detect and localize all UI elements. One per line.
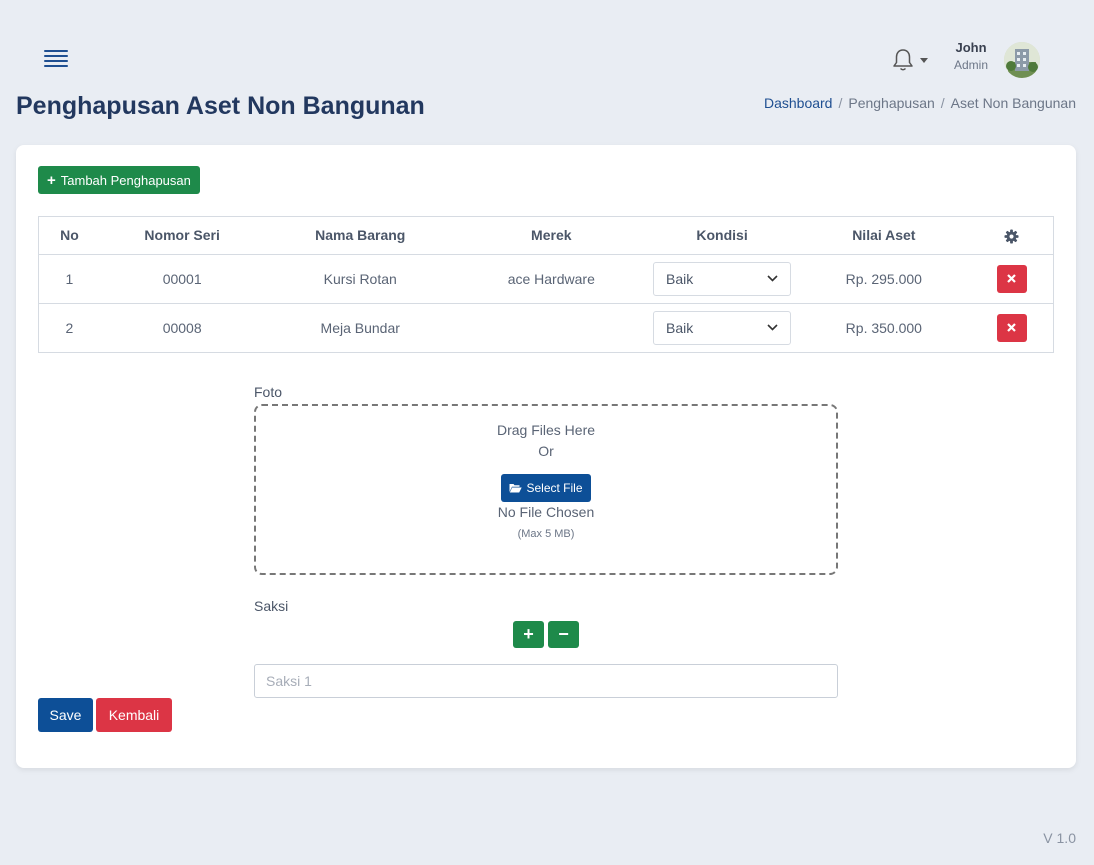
assets-table: No Nomor Seri Nama Barang Merek Kondisi … bbox=[38, 216, 1054, 353]
main-card: + Tambah Penghapusan No Nomor Seri Nama … bbox=[16, 145, 1076, 768]
or-text: Or bbox=[538, 443, 554, 459]
back-button[interactable]: Kembali bbox=[96, 698, 172, 732]
saksi-input[interactable] bbox=[254, 664, 838, 698]
bell-icon bbox=[893, 49, 913, 71]
select-file-label: Select File bbox=[526, 481, 583, 495]
cell-no: 1 bbox=[39, 254, 100, 304]
kondisi-select[interactable]: Baik bbox=[653, 261, 792, 296]
cell-nilai-aset: Rp. 295.000 bbox=[797, 254, 971, 304]
avatar[interactable] bbox=[1004, 42, 1040, 78]
cell-merek: ace Hardware bbox=[456, 254, 647, 304]
close-icon bbox=[1007, 274, 1016, 283]
table-header-row: No Nomor Seri Nama Barang Merek Kondisi … bbox=[39, 217, 1053, 255]
table-row: 2 00008 Meja Bundar Baik Rp. 350.000 bbox=[39, 303, 1053, 352]
foto-label: Foto bbox=[254, 384, 283, 400]
cell-nama-barang: Meja Bundar bbox=[320, 319, 400, 336]
column-header-merek: Merek bbox=[456, 217, 647, 255]
cell-nama-barang: Kursi Rotan bbox=[264, 254, 456, 304]
minus-icon: − bbox=[558, 624, 569, 644]
kondisi-select[interactable]: Baik bbox=[653, 310, 792, 345]
page-title: Penghapusan Aset Non Bangunan bbox=[16, 92, 425, 120]
remove-saksi-button[interactable]: − bbox=[548, 621, 579, 648]
plus-icon: + bbox=[523, 624, 534, 644]
notifications-button[interactable] bbox=[892, 46, 932, 74]
plus-icon: + bbox=[47, 171, 56, 189]
column-header-settings bbox=[970, 217, 1053, 255]
chevron-down-icon bbox=[920, 57, 928, 63]
cell-nomor-seri: 00008 bbox=[162, 319, 202, 336]
add-saksi-button[interactable]: + bbox=[513, 621, 544, 648]
column-header-kondisi: Kondisi bbox=[646, 217, 798, 255]
chevron-down-icon bbox=[767, 324, 778, 331]
app-version: V 1.0 bbox=[1043, 830, 1076, 846]
breadcrumb-current: Aset Non Bangunan bbox=[950, 95, 1076, 111]
column-header-nilai-aset: Nilai Aset bbox=[797, 217, 971, 255]
column-header-no: No bbox=[39, 217, 100, 255]
breadcrumb-separator: / bbox=[940, 95, 945, 111]
select-file-button[interactable]: Select File bbox=[501, 474, 591, 502]
user-name: John bbox=[955, 40, 987, 55]
user-menu[interactable]: John Admin bbox=[948, 40, 994, 72]
close-icon bbox=[1007, 323, 1016, 333]
breadcrumb: Dashboard / Penghapusan / Aset Non Bangunan bbox=[764, 95, 1076, 111]
cell-kondisi: Baik bbox=[647, 303, 798, 352]
column-header-nama-barang: Nama Barang bbox=[264, 217, 456, 255]
cell-actions bbox=[970, 254, 1053, 304]
add-penghapusan-label: Tambah Penghapusan bbox=[60, 172, 191, 188]
top-navbar: John Admin bbox=[0, 0, 1094, 90]
cell-no: 2 bbox=[65, 319, 74, 336]
chevron-down-icon bbox=[767, 275, 778, 282]
kondisi-select-value: Baik bbox=[666, 319, 694, 336]
folder-open-icon bbox=[509, 484, 523, 493]
menu-toggle-icon[interactable] bbox=[44, 50, 68, 68]
cell-nomor-seri: 00001 bbox=[99, 254, 265, 304]
cell-nilai-aset: Rp. 350.000 bbox=[845, 319, 922, 336]
save-button[interactable]: Save bbox=[38, 698, 93, 732]
cell-kondisi: Baik bbox=[646, 254, 798, 304]
breadcrumb-separator: / bbox=[838, 95, 843, 111]
column-header-nomor-seri: Nomor Seri bbox=[99, 217, 265, 255]
delete-row-button[interactable] bbox=[996, 264, 1027, 293]
file-dropzone[interactable]: Drag Files Here Or Select File No File C… bbox=[254, 404, 838, 575]
saksi-label: Saksi bbox=[254, 598, 289, 614]
file-size-limit: (Max 5 MB) bbox=[517, 528, 575, 540]
breadcrumb-penghapusan: Penghapusan bbox=[848, 95, 935, 111]
gear-icon bbox=[1004, 229, 1019, 244]
table-row: 1 00001 Kursi Rotan ace Hardware Baik Rp… bbox=[39, 254, 1053, 304]
breadcrumb-dashboard-link[interactable]: Dashboard bbox=[764, 95, 833, 111]
file-status-text: No File Chosen bbox=[497, 504, 595, 520]
user-role: Admin bbox=[953, 58, 988, 72]
drag-files-text: Drag Files Here bbox=[496, 422, 596, 438]
cell-merek bbox=[456, 303, 647, 352]
cell-actions bbox=[970, 303, 1053, 352]
add-penghapusan-button[interactable]: + Tambah Penghapusan bbox=[38, 166, 200, 194]
delete-row-button[interactable] bbox=[996, 313, 1027, 342]
kondisi-select-value: Baik bbox=[666, 270, 694, 287]
